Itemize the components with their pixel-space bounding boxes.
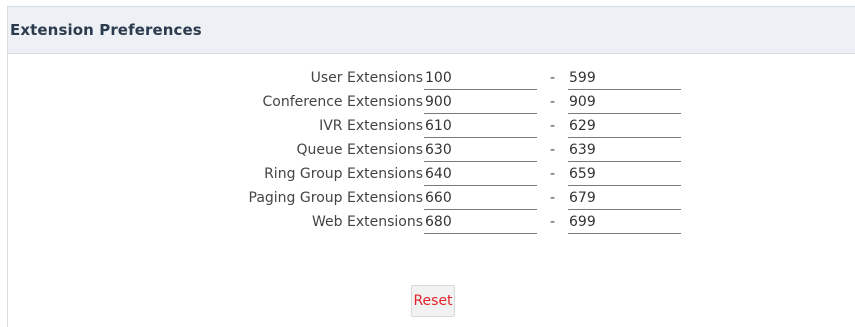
range-separator: - bbox=[550, 118, 556, 134]
range-separator: - bbox=[550, 214, 556, 230]
range-separator: - bbox=[550, 142, 556, 158]
web-extensions-start-field[interactable] bbox=[424, 211, 537, 234]
conference-extensions-start-field[interactable] bbox=[424, 91, 537, 114]
user-extensions-start-field[interactable] bbox=[424, 67, 537, 90]
extension-ranges: User Extensions - Conference Extensions … bbox=[8, 67, 855, 235]
reset-button[interactable]: Reset bbox=[411, 285, 455, 317]
range-separator: - bbox=[550, 190, 556, 206]
user-extensions-end-field[interactable] bbox=[568, 67, 681, 90]
ring-group-extensions-end-field[interactable] bbox=[568, 163, 681, 186]
queue-extensions-end-field[interactable] bbox=[568, 139, 681, 162]
extension-row-ring-group: Ring Group Extensions - bbox=[8, 163, 855, 187]
paging-group-extensions-end-field[interactable] bbox=[568, 187, 681, 210]
paging-group-extensions-start-field[interactable] bbox=[424, 187, 537, 210]
range-separator: - bbox=[550, 166, 556, 182]
extension-row-web: Web Extensions - bbox=[8, 211, 855, 235]
conference-extensions-end-field[interactable] bbox=[568, 91, 681, 114]
web-extensions-label: Web Extensions bbox=[312, 214, 423, 230]
extension-row-conference: Conference Extensions - bbox=[8, 91, 855, 115]
paging-group-extensions-label: Paging Group Extensions bbox=[248, 190, 423, 206]
ivr-extensions-start-field[interactable] bbox=[424, 115, 537, 138]
extension-preferences-panel: Extension Preferences User Extensions - … bbox=[7, 6, 855, 327]
queue-extensions-label: Queue Extensions bbox=[296, 142, 423, 158]
panel-header: Extension Preferences bbox=[8, 7, 855, 54]
range-separator: - bbox=[550, 94, 556, 110]
panel-title: Extension Preferences bbox=[10, 21, 202, 39]
extension-row-user: User Extensions - bbox=[8, 67, 855, 91]
web-extensions-end-field[interactable] bbox=[568, 211, 681, 234]
range-separator: - bbox=[550, 70, 556, 86]
extension-row-ivr: IVR Extensions - bbox=[8, 115, 855, 139]
extension-row-paging-group: Paging Group Extensions - bbox=[8, 187, 855, 211]
user-extensions-label: User Extensions bbox=[310, 70, 423, 86]
ring-group-extensions-start-field[interactable] bbox=[424, 163, 537, 186]
extension-row-queue: Queue Extensions - bbox=[8, 139, 855, 163]
ivr-extensions-label: IVR Extensions bbox=[319, 118, 423, 134]
ring-group-extensions-label: Ring Group Extensions bbox=[264, 166, 423, 182]
queue-extensions-start-field[interactable] bbox=[424, 139, 537, 162]
conference-extensions-label: Conference Extensions bbox=[262, 94, 423, 110]
ivr-extensions-end-field[interactable] bbox=[568, 115, 681, 138]
